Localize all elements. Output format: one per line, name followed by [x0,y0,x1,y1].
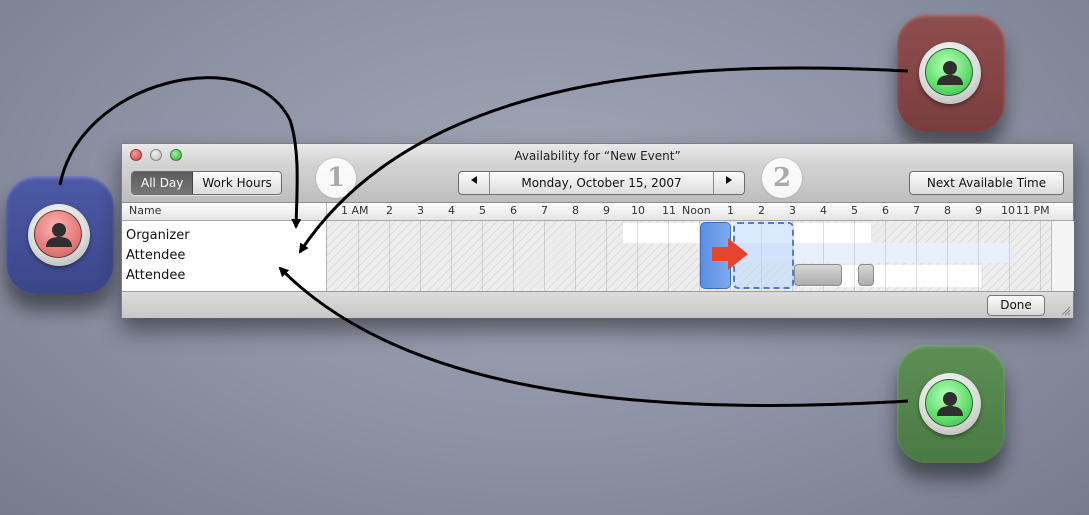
next-available-time-button[interactable]: Next Available Time [909,171,1064,195]
current-date: Monday, October 15, 2007 [521,176,682,190]
step-badge-1: 1 [316,158,356,198]
hour-label: 8 [572,204,579,217]
move-arrow-icon [712,238,748,270]
timeline-scroll-area[interactable] [1051,221,1074,291]
hour-label: 3 [789,204,796,217]
hour-label: 9 [603,204,610,217]
busy-block[interactable] [794,264,842,286]
all-day-button[interactable]: All Day [132,172,194,194]
organizer-avatar [28,204,90,266]
hour-label: 1 [727,204,734,217]
hour-label: 2 [386,204,393,217]
date-navigator: Monday, October 15, 2007 [458,171,745,195]
triangle-right-icon [726,176,732,184]
work-hours-button[interactable]: Work Hours [193,172,281,194]
hour-label: Noon [682,204,711,217]
view-toggle: All Day Work Hours [131,171,282,195]
person-icon [937,61,963,85]
hour-label: 5 [851,204,858,217]
hour-label: 3 [417,204,424,217]
availability-timeline[interactable] [327,221,1051,291]
attendee-avatar [919,373,981,435]
hour-label: 4 [820,204,827,217]
hour-label: 2 [758,204,765,217]
busy-block[interactable] [858,264,874,286]
triangle-left-icon [471,176,477,184]
hour-label: 4 [448,204,455,217]
toolbar: All Day Work Hours 1 Monday, October 15,… [122,158,1073,203]
previous-day-button[interactable] [459,172,490,194]
attendee-name-organizer: Organizer [126,228,190,243]
done-button[interactable]: Done [987,295,1045,316]
next-day-button[interactable] [713,172,744,194]
attendee-avatar-tile-top [897,14,1005,132]
hour-label: 10 [631,204,645,217]
hour-label: 8 [944,204,951,217]
attendee-avatar [919,42,981,104]
attendee-avatar-tile-bottom [897,345,1005,463]
name-column-header[interactable]: Name [129,204,161,217]
attendee-name: Attendee [126,268,186,283]
attendee-list: Organizer Attendee Attendee [122,221,326,291]
window-title: Availability for “New Event” [514,149,681,163]
hour-label: 10 [1001,204,1015,217]
person-icon [46,223,72,247]
title-bar: Availability for “New Event” [122,144,1073,168]
hour-label: 7 [541,204,548,217]
grid-header: Name 1 AM 2 3 4 5 6 7 8 9 10 11 Noon 1 2… [122,203,1073,221]
hour-label: 5 [479,204,486,217]
hour-label: 6 [510,204,517,217]
attendee-name: Attendee [126,248,186,263]
organizer-avatar-tile [6,176,114,294]
hour-label: 1 AM [341,204,369,217]
person-icon [937,392,963,416]
hour-label: 6 [882,204,889,217]
hour-label: 11 [662,204,676,217]
resize-grip-icon[interactable] [1060,305,1071,316]
step-badge-2: 2 [762,158,802,198]
hour-label: 11 PM [1016,204,1050,217]
window-footer: Done [122,291,1073,318]
hour-label: 9 [975,204,982,217]
availability-window: Availability for “New Event” All Day Wor… [121,143,1074,318]
hour-label: 7 [913,204,920,217]
